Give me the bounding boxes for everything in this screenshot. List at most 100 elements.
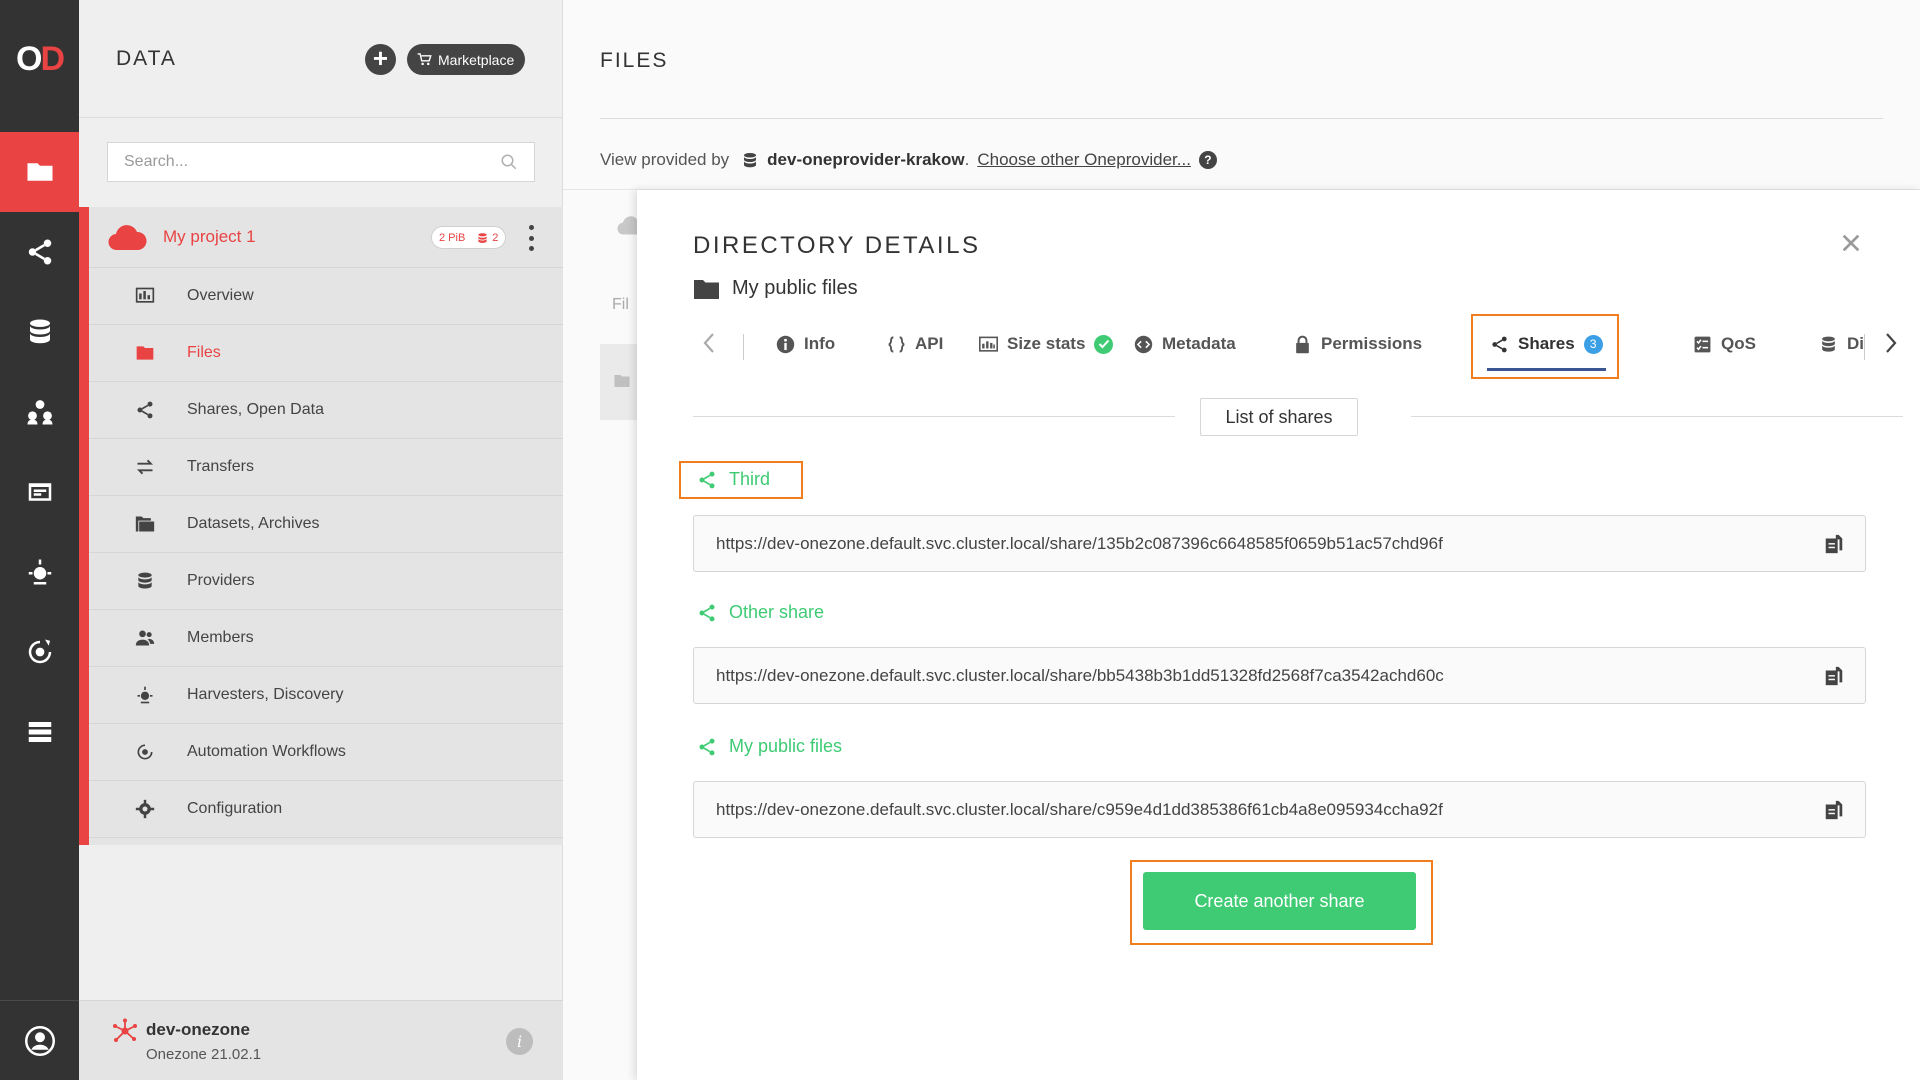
- share-url-field[interactable]: https://dev-onezone.default.svc.cluster.…: [693, 647, 1866, 704]
- browser-column-header: Fil: [612, 296, 629, 313]
- tab-api[interactable]: API: [887, 314, 943, 374]
- onedata-logo[interactable]: OD: [0, 0, 79, 118]
- sidebar-header: DATA + Marketplace: [79, 0, 563, 118]
- datasets-icon: [135, 516, 155, 532]
- sidebar-item-automation[interactable]: Automation Workflows: [89, 724, 563, 781]
- chevron-left-icon[interactable]: [699, 330, 719, 356]
- share-url: https://dev-onezone.default.svc.cluster.…: [716, 534, 1443, 553]
- sidebar-item-providers[interactable]: Providers: [89, 553, 563, 610]
- search-input[interactable]: [108, 143, 488, 181]
- directory-name: My public files: [732, 277, 858, 299]
- rail-automation-button[interactable]: [0, 612, 79, 692]
- sidebar-item-datasets[interactable]: Datasets, Archives: [89, 496, 563, 553]
- create-another-share-button[interactable]: Create another share: [1143, 872, 1416, 930]
- qos-icon: [1694, 336, 1711, 352]
- provider-name: dev-oneprovider-krakow: [767, 150, 965, 169]
- help-icon[interactable]: ?: [1198, 151, 1217, 169]
- tab-label: Info: [804, 334, 836, 353]
- tab-size-stats[interactable]: Size stats: [979, 314, 1114, 374]
- page-title: FILES: [600, 49, 669, 72]
- rail-tokens-button[interactable]: [0, 452, 79, 532]
- space-size: 2 PiB: [439, 231, 466, 244]
- provider-bar: View provided by dev-oneprovider-krakow.…: [600, 150, 1217, 170]
- share-url: https://dev-onezone.default.svc.cluster.…: [716, 800, 1443, 819]
- tab-label: Di: [1847, 334, 1863, 353]
- tab-qos[interactable]: QoS: [1693, 314, 1756, 374]
- share-url-field[interactable]: https://dev-onezone.default.svc.cluster.…: [693, 515, 1866, 572]
- rail-clusters-button[interactable]: [0, 692, 79, 772]
- sidebar-item-label: Datasets, Archives: [187, 515, 320, 532]
- share-icon: [699, 604, 715, 621]
- info-icon[interactable]: i: [506, 1028, 533, 1055]
- metadata-icon: [1134, 335, 1153, 353]
- marketplace-button[interactable]: Marketplace: [407, 44, 526, 75]
- sidebar-title: DATA: [116, 47, 177, 70]
- gear-icon: [135, 799, 155, 819]
- rail-user-button[interactable]: [0, 1000, 79, 1080]
- copy-icon[interactable]: [1823, 533, 1845, 555]
- folder-icon: [614, 375, 630, 387]
- database-icon: [29, 319, 50, 344]
- space-menu-button[interactable]: [527, 225, 535, 251]
- database-icon: [478, 232, 487, 243]
- sidebar-item-harvesters[interactable]: Harvesters, Discovery: [89, 667, 563, 724]
- rail-harvesters-button[interactable]: [0, 532, 79, 612]
- overview-icon: [135, 287, 155, 303]
- lock-icon: [1296, 335, 1309, 353]
- rail-providers-button[interactable]: [0, 292, 79, 372]
- share-icon: [28, 239, 51, 265]
- sidebar-item-files[interactable]: Files: [89, 325, 563, 382]
- sidebar-item-label: Providers: [187, 572, 255, 589]
- tab-permissions[interactable]: Permissions: [1293, 314, 1422, 374]
- space-status-badge[interactable]: 2 PiB 2: [431, 226, 507, 249]
- sidebar-item-transfers[interactable]: Transfers: [89, 439, 563, 496]
- tab-label: API: [915, 334, 944, 353]
- copy-icon[interactable]: [1823, 799, 1845, 821]
- add-space-button[interactable]: +: [365, 44, 396, 75]
- close-icon[interactable]: [1840, 232, 1862, 254]
- marketplace-label: Marketplace: [438, 51, 515, 68]
- api-icon: [888, 335, 905, 353]
- copy-icon[interactable]: [1823, 665, 1845, 687]
- table-row: [600, 344, 640, 420]
- info-icon: [776, 335, 795, 353]
- tab-metadata[interactable]: Metadata: [1134, 314, 1236, 374]
- plus-icon: +: [372, 43, 389, 73]
- tab-label: Metadata: [1162, 334, 1236, 353]
- rail-data-button[interactable]: [0, 132, 79, 212]
- rail-groups-button[interactable]: [0, 372, 79, 452]
- folder-icon: [694, 279, 719, 299]
- sidebar-item-label: Overview: [187, 287, 254, 304]
- choose-provider-link[interactable]: Choose other Oneprovider...: [977, 150, 1191, 170]
- space-header[interactable]: My project 1 2 PiB 2: [89, 207, 563, 268]
- user-icon: [24, 1025, 55, 1056]
- onezone-hub-icon: [113, 1018, 137, 1042]
- shares-tab-highlight: [1471, 314, 1619, 379]
- chevron-right-icon[interactable]: [1881, 330, 1901, 356]
- logo-letter-d: D: [40, 39, 65, 78]
- sidebar-item-members[interactable]: Members: [89, 610, 563, 667]
- share-link-other[interactable]: Other share: [697, 602, 824, 623]
- share-url: https://dev-onezone.default.svc.cluster.…: [716, 666, 1444, 685]
- search-icon: [501, 154, 517, 170]
- harvester-icon: [28, 559, 51, 585]
- provider-prefix: View provided by: [600, 150, 730, 169]
- sidebar-item-shares[interactable]: Shares, Open Data: [89, 382, 563, 439]
- rail-shares-button[interactable]: [0, 212, 79, 292]
- sidebar-item-label: Transfers: [187, 458, 254, 475]
- sidebar-item-overview[interactable]: Overview: [89, 268, 563, 325]
- groups-icon: [27, 400, 52, 425]
- share-link-my-public-files[interactable]: My public files: [697, 736, 842, 757]
- status-ok-badge: [1094, 334, 1114, 354]
- database-icon: [744, 152, 757, 167]
- sidebar-item-configuration[interactable]: Configuration: [89, 781, 563, 838]
- tab-info[interactable]: Info: [776, 314, 835, 374]
- tab-separator: [1864, 334, 1865, 360]
- share-url-field[interactable]: https://dev-onezone.default.svc.cluster.…: [693, 781, 1866, 838]
- check-icon: [1098, 339, 1110, 349]
- sidebar-search: [107, 142, 535, 182]
- space-item: My project 1 2 PiB 2 Overview Files Shar…: [79, 207, 563, 845]
- cart-icon: [417, 53, 432, 66]
- tab-distribution[interactable]: Di: [1819, 314, 1863, 374]
- sidebar-item-label: Automation Workflows: [187, 743, 346, 760]
